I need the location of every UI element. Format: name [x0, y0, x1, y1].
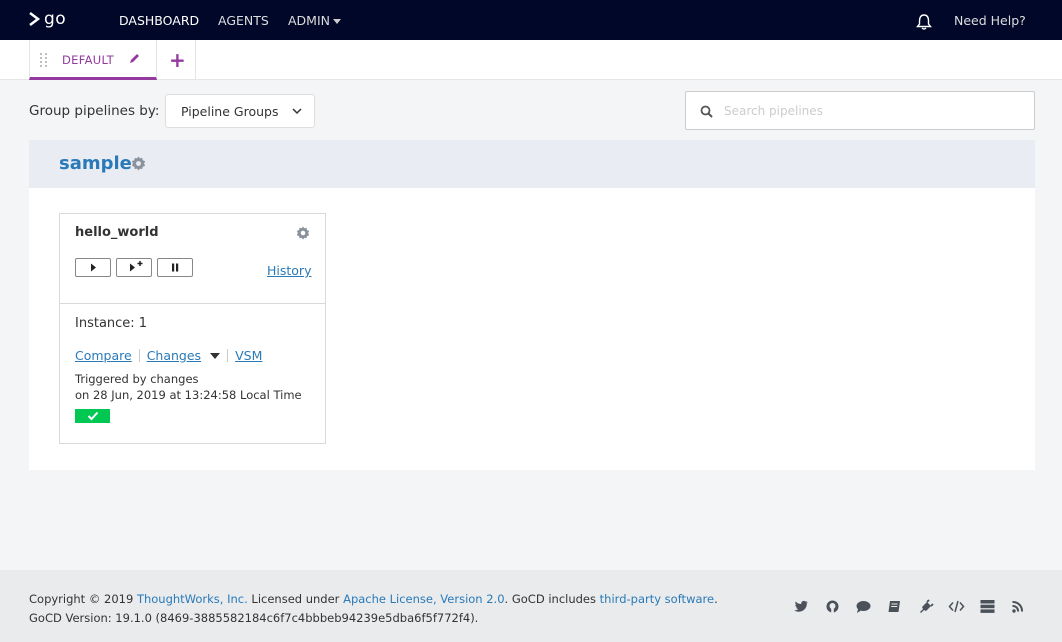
triggered-on-text: on 28 Jun, 2019 at 13:24:58 Local Time	[75, 388, 302, 402]
nav-admin-label: ADMIN	[288, 13, 330, 28]
top-navigation: go DASHBOARD AGENTS ADMIN Need Help?	[0, 0, 1062, 40]
pipeline-settings-gear-icon[interactable]	[296, 226, 310, 240]
tab-default-label: DEFAULT	[62, 53, 114, 67]
caret-down-icon	[333, 19, 341, 24]
plugin-icon[interactable]	[917, 599, 934, 614]
gear-icon[interactable]	[131, 156, 146, 171]
plus-icon: +	[169, 48, 186, 72]
tab-default[interactable]: DEFAULT	[29, 40, 157, 80]
api-icon[interactable]	[948, 599, 965, 614]
play-with-options-icon	[130, 261, 143, 272]
changes-link[interactable]: Changes	[147, 348, 201, 363]
twitter-icon[interactable]	[793, 599, 810, 614]
add-tab-button[interactable]: +	[157, 40, 196, 80]
pipeline-name: hello_world	[75, 225, 159, 240]
licensed-text: Licensed under	[251, 592, 340, 606]
third-party-link[interactable]: third-party software	[600, 592, 714, 606]
bell-icon[interactable]	[915, 13, 933, 31]
includes-text: . GoCD includes	[504, 592, 597, 606]
pause-pipeline-button[interactable]	[157, 258, 193, 277]
chat-icon[interactable]	[855, 599, 872, 614]
history-link[interactable]: History	[267, 263, 311, 278]
compare-link[interactable]: Compare	[75, 348, 132, 363]
triggered-by-text: Triggered by changes	[75, 372, 199, 386]
copyright-text: Copyright © 2019	[29, 592, 134, 606]
group-by-label: Group pipelines by:	[29, 103, 160, 119]
need-help-link[interactable]: Need Help?	[954, 13, 1026, 28]
pencil-icon[interactable]	[128, 52, 141, 65]
drag-handle-icon[interactable]	[39, 52, 48, 68]
footer-copyright: Copyright © 2019 ThoughtWorks, Inc. Lice…	[29, 592, 718, 606]
search-box	[685, 91, 1035, 130]
trigger-with-options-button[interactable]	[116, 258, 152, 277]
vsm-link[interactable]: VSM	[235, 348, 262, 363]
footer-icons	[793, 599, 1027, 614]
pipeline-group-header: sample	[29, 140, 1035, 188]
instance-label: Instance: 1	[75, 316, 148, 331]
nav-dashboard[interactable]: DASHBOARD	[119, 13, 199, 28]
thoughtworks-link[interactable]: ThoughtWorks, Inc.	[137, 592, 248, 606]
link-divider	[227, 349, 229, 362]
checkmark-icon	[87, 411, 99, 421]
stage-status-passed[interactable]	[75, 409, 110, 423]
logo-text: go	[44, 9, 67, 29]
book-icon[interactable]	[886, 599, 903, 614]
rss-icon[interactable]	[1010, 599, 1027, 614]
nav-admin[interactable]: ADMIN	[288, 13, 341, 28]
instance-links: Compare Changes VSM	[75, 348, 262, 363]
go-logo-icon	[29, 12, 41, 26]
trigger-pipeline-button[interactable]	[75, 258, 111, 277]
pause-icon	[172, 263, 179, 272]
license-link[interactable]: Apache License, Version 2.0	[343, 592, 504, 606]
server-icon[interactable]	[979, 599, 996, 614]
group-by-select[interactable]: Pipeline Groups	[165, 94, 315, 128]
gocd-version: GoCD Version: 19.1.0 (8469-3885582184c6f…	[29, 611, 479, 625]
pipeline-card-header: hello_world History	[60, 214, 325, 304]
footer: Copyright © 2019 ThoughtWorks, Inc. Lice…	[0, 570, 1062, 642]
search-input[interactable]	[724, 101, 1024, 121]
pipeline-card: hello_world History Instance: 1 Compare …	[59, 213, 326, 444]
group-by-value: Pipeline Groups	[181, 104, 279, 119]
play-icon	[91, 263, 96, 272]
link-divider	[138, 349, 140, 362]
search-icon	[700, 105, 713, 118]
dashboard-tabs: DEFAULT +	[0, 40, 1062, 80]
changes-dropdown-icon[interactable]	[210, 352, 221, 359]
chevron-down-icon	[292, 108, 302, 115]
pipeline-group-name[interactable]: sample	[59, 153, 132, 174]
gocd-logo[interactable]: go	[28, 9, 66, 29]
footer-period: .	[714, 592, 718, 606]
github-icon[interactable]	[824, 599, 841, 614]
nav-agents[interactable]: AGENTS	[218, 13, 269, 28]
pipeline-group: sample hello_world History Instance: 1 C…	[29, 140, 1035, 470]
